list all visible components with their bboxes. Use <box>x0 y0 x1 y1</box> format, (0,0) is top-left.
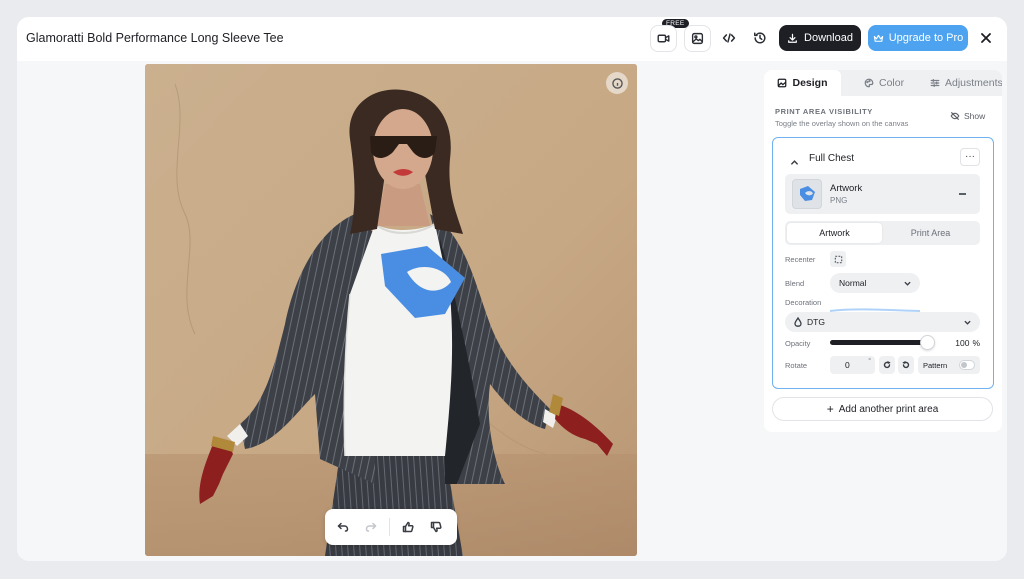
thumbs-down-icon <box>430 521 442 533</box>
tab-design[interactable]: Design <box>764 70 841 96</box>
more-options-button[interactable]: ··· <box>960 148 980 166</box>
undo-button[interactable] <box>329 509 357 545</box>
print-area-title: Full Chest <box>809 153 855 164</box>
rotate-label: Rotate <box>785 361 808 370</box>
code-icon <box>722 33 736 43</box>
undo-icon <box>337 522 349 532</box>
pattern-toggle[interactable]: Pattern <box>918 356 980 374</box>
print-area-visibility-title: PRINT AREA VISIBILITY <box>775 107 873 116</box>
download-icon <box>788 33 797 43</box>
mockup-editor-modal: Glamoratti Bold Performance Long Sleeve … <box>17 17 1007 561</box>
product-title: Glamoratti Bold Performance Long Sleeve … <box>26 31 284 45</box>
design-panel: Design Color Adjustments PRINT AREA VISI… <box>764 70 1002 432</box>
header-bar: Glamoratti Bold Performance Long Sleeve … <box>17 17 1007 61</box>
upgrade-button[interactable]: Upgrade to Pro <box>868 25 968 51</box>
segment-print-area[interactable]: Print Area <box>883 223 978 243</box>
opacity-slider-handle[interactable] <box>920 335 935 350</box>
sliders-icon <box>930 79 940 87</box>
more-icon: ··· <box>965 151 975 162</box>
panel-tabs: Design Color Adjustments <box>764 70 1002 96</box>
tab-adjustments[interactable]: Adjustments <box>930 70 1002 96</box>
artwork-type: PNG <box>830 196 848 205</box>
thumbs-up-button[interactable] <box>394 509 422 545</box>
add-print-area-button[interactable]: + Add another print area <box>772 397 993 421</box>
image-button[interactable] <box>684 25 711 52</box>
chevron-up-icon <box>791 160 798 165</box>
artwork-logo-icon <box>800 186 815 201</box>
print-area-card: Full Chest ··· Artwork PNG Artwork Print… <box>772 137 994 389</box>
close-icon <box>981 33 991 43</box>
toolbar-divider <box>389 518 390 536</box>
redo-button[interactable] <box>357 509 385 545</box>
decoration-select[interactable]: DTG <box>785 312 980 332</box>
palette-icon <box>864 78 874 88</box>
rotate-cw-icon <box>883 361 891 369</box>
plus-icon: + <box>826 402 834 416</box>
history-icon <box>754 32 766 44</box>
opacity-label: Opacity <box>785 339 811 348</box>
show-overlay-toggle[interactable]: Show <box>950 111 985 121</box>
redo-icon <box>365 522 377 532</box>
drop-icon <box>794 316 802 327</box>
recenter-icon <box>834 255 842 263</box>
decoration-label: Decoration <box>785 298 822 307</box>
download-label: Download <box>804 32 853 44</box>
recenter-button[interactable] <box>830 251 846 267</box>
segment-artwork[interactable]: Artwork <box>787 223 882 243</box>
video-icon <box>657 34 670 43</box>
chevron-down-icon <box>904 281 911 286</box>
artwork-item[interactable]: Artwork PNG <box>785 174 980 214</box>
canvas-toolbar <box>325 509 457 545</box>
rotate-input[interactable]: 0 ° <box>830 356 875 374</box>
tab-color[interactable]: Color <box>864 70 904 96</box>
crown-icon <box>873 34 883 42</box>
pattern-switch[interactable] <box>959 360 975 370</box>
collapse-chevron-button[interactable] <box>790 154 799 165</box>
minus-icon[interactable] <box>959 193 966 195</box>
video-button[interactable] <box>650 25 677 52</box>
rotate-ccw-icon <box>902 361 910 369</box>
embed-code-button[interactable] <box>720 29 738 47</box>
thumbs-down-button[interactable] <box>422 509 450 545</box>
image-icon <box>778 78 787 88</box>
close-button[interactable] <box>978 30 994 46</box>
history-button[interactable] <box>751 29 769 47</box>
rotate-counterclockwise-button[interactable] <box>898 356 914 374</box>
artwork-thumbnail <box>792 179 822 209</box>
chevron-down-icon <box>964 320 971 325</box>
thumbs-up-icon <box>402 521 414 533</box>
recenter-label: Recenter <box>785 255 816 264</box>
image-icon <box>691 32 704 45</box>
mockup-canvas[interactable] <box>145 64 637 556</box>
artwork-name: Artwork <box>830 183 863 194</box>
eye-off-icon <box>950 112 960 120</box>
blend-label: Blend <box>785 279 805 288</box>
print-area-visibility-subtitle: Toggle the overlay shown on the canvas <box>775 119 909 128</box>
blend-select[interactable]: Normal <box>830 273 920 293</box>
info-icon <box>611 77 623 89</box>
download-button[interactable]: Download <box>779 25 861 51</box>
opacity-value-input[interactable]: 100 % <box>945 335 980 351</box>
rotate-clockwise-button[interactable] <box>879 356 895 374</box>
info-button[interactable] <box>606 72 628 94</box>
opacity-slider-track[interactable] <box>830 340 934 345</box>
upgrade-label: Upgrade to Pro <box>888 32 964 44</box>
artwork-printarea-switch: Artwork Print Area <box>785 221 980 245</box>
model-photo <box>145 64 637 556</box>
